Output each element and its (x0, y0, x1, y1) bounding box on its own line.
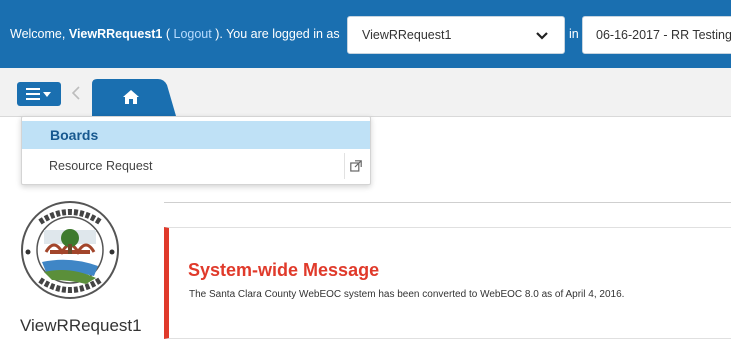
top-header-bar: Welcome, ViewRRequest1 ( Logout ). You a… (0, 0, 731, 68)
logout-open: ( (162, 27, 174, 41)
menu-item-divider (344, 153, 345, 179)
menu-item-boards-label: Boards (50, 127, 99, 143)
message-title: System-wide Message (188, 260, 380, 280)
position-select-value: ViewRRequest1 (362, 28, 452, 42)
message-body: The Santa Clara County WebEOC system has… (189, 289, 625, 300)
tab-home[interactable] (90, 79, 176, 116)
system-message-panel: System-wide Message The Santa Clara Coun… (164, 227, 731, 339)
home-icon (123, 90, 139, 104)
position-select[interactable]: ViewRRequest1 (347, 16, 565, 54)
chevron-down-icon (536, 32, 548, 40)
in-label: in (569, 27, 579, 41)
menu-toggle-button[interactable] (17, 82, 61, 106)
chevron-left-icon[interactable] (71, 86, 81, 100)
logout-link[interactable]: Logout (174, 27, 212, 41)
user-label: ViewRRequest1 (20, 316, 142, 335)
welcome-text: Welcome, ViewRRequest1 ( Logout ). You a… (10, 27, 340, 41)
logged-in-text: ). You are logged in as (211, 27, 340, 41)
menu-item-resource-request[interactable]: Resource Request (22, 151, 370, 181)
county-seal-logo (21, 201, 119, 299)
incident-select-value: 06-16-2017 - RR Testing (596, 28, 731, 42)
username-text: ViewRRequest1 (68, 27, 163, 41)
content-divider (164, 202, 731, 203)
hamburger-caret-icon (26, 88, 51, 100)
incident-select[interactable]: 06-16-2017 - RR Testing (582, 16, 731, 54)
menu-item-boards[interactable]: Boards (22, 121, 370, 149)
menu-item-label: Resource Request (49, 159, 153, 173)
boards-dropdown-menu: Boards Resource Request (21, 116, 371, 185)
tab-toolbar (0, 68, 731, 117)
external-link-icon[interactable] (350, 160, 362, 172)
welcome-prefix: Welcome, (10, 27, 69, 41)
